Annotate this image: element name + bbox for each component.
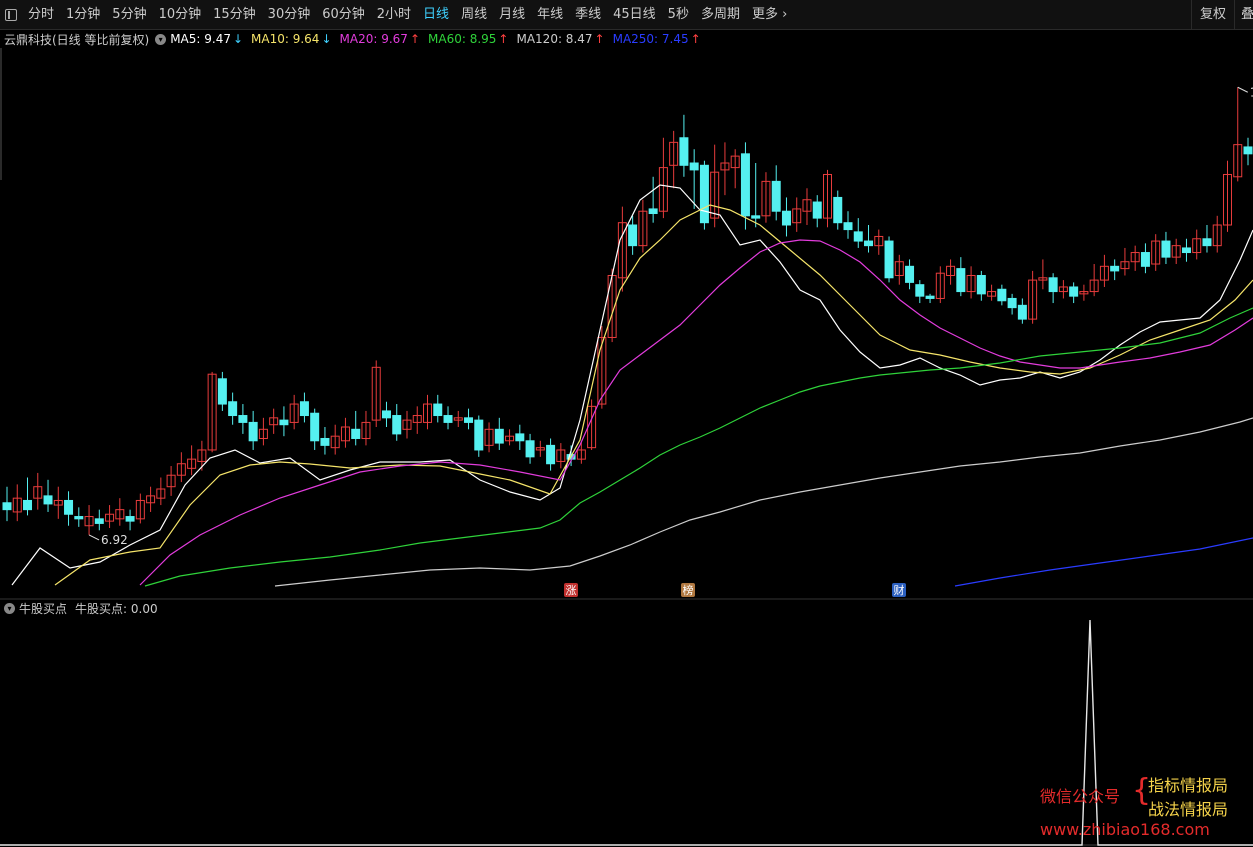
candle-body (689, 162, 699, 171)
candle-body (320, 437, 330, 446)
candle-body (299, 401, 309, 417)
candle-body (515, 433, 525, 442)
candle-body (853, 231, 863, 242)
candle-body (494, 428, 504, 444)
candle-body (23, 499, 33, 511)
ma-line-ma10 (54, 204, 1253, 586)
candle-body (884, 240, 894, 279)
candle-body (833, 196, 843, 224)
indicator-name: 牛股买点 (19, 601, 68, 616)
candle-body (812, 201, 822, 219)
candle-body (1110, 265, 1120, 272)
candle-body (905, 265, 915, 283)
candle-body (351, 428, 361, 439)
candle-body (279, 419, 289, 426)
candle-body (310, 412, 320, 442)
watermark: 微信公众号 { 指标情报局 战法情报局 www.zhibiao168.com (1040, 770, 1253, 847)
candle-body (392, 415, 402, 435)
candle-body (740, 153, 750, 217)
event-marker: 财 (894, 583, 905, 597)
price-chart[interactable]: 10.546.92涨榜财 (0, 0, 1253, 847)
candle-body (648, 208, 658, 215)
candle-body (474, 419, 484, 451)
high-pointer (1237, 86, 1248, 93)
candle-body (956, 268, 966, 293)
event-marker: 榜 (683, 583, 694, 597)
low-pointer (88, 534, 100, 541)
candle-body (525, 440, 535, 458)
watermark-line1: 指标情报局 (1148, 776, 1229, 795)
candle-body (433, 403, 443, 417)
ma-line-ma120 (274, 417, 1253, 587)
candle-body (864, 240, 874, 247)
candle-body (2, 502, 12, 511)
candle-body (1161, 240, 1171, 258)
candle-body (976, 274, 986, 295)
candle-body (1017, 304, 1027, 320)
ma-line-ma60 (144, 307, 1253, 587)
candle-body (628, 224, 638, 247)
candle-body (381, 410, 391, 419)
candle-body (74, 516, 84, 520)
indicator-value: 牛股买点: 0.00 (75, 601, 158, 616)
candle-body (751, 215, 761, 219)
candle-body (464, 417, 474, 423)
candle-body (699, 164, 709, 224)
candle-body (248, 421, 258, 442)
candle-body (1140, 252, 1150, 267)
candle-body (843, 222, 853, 231)
candle-body (1202, 238, 1212, 247)
candle-body (1181, 247, 1191, 254)
candle-body (64, 499, 74, 515)
low-label: 6.92 (101, 533, 128, 547)
watermark-wechat: 微信公众号 (1040, 787, 1121, 806)
candle-body (781, 210, 791, 226)
watermark-url: www.zhibiao168.com (1040, 820, 1210, 839)
candle-body (1243, 146, 1253, 155)
event-marker: 涨 (566, 584, 577, 597)
candle-body (546, 444, 556, 465)
candle-body (915, 284, 925, 297)
candle-body (125, 516, 135, 522)
candle-body (1007, 297, 1017, 309)
indicator-legend: ▾ 牛股买点 牛股买点: 0.00 (0, 599, 158, 617)
candle-body (997, 288, 1007, 302)
candle-body (94, 518, 104, 524)
candle-body (679, 137, 689, 166)
indicator-collapse-icon[interactable]: ▾ (4, 602, 15, 614)
candle-body (217, 378, 227, 405)
candle-body (443, 415, 453, 423)
candle-body (925, 295, 935, 299)
candle-body (43, 495, 53, 505)
candle-body (238, 415, 248, 423)
ma-line-ma250 (954, 537, 1253, 587)
candle-body (1069, 286, 1079, 297)
candle-body (1048, 277, 1058, 293)
watermark-line2: 战法情报局 (1148, 800, 1229, 819)
candle-body (228, 401, 238, 417)
candle-body (771, 180, 781, 212)
